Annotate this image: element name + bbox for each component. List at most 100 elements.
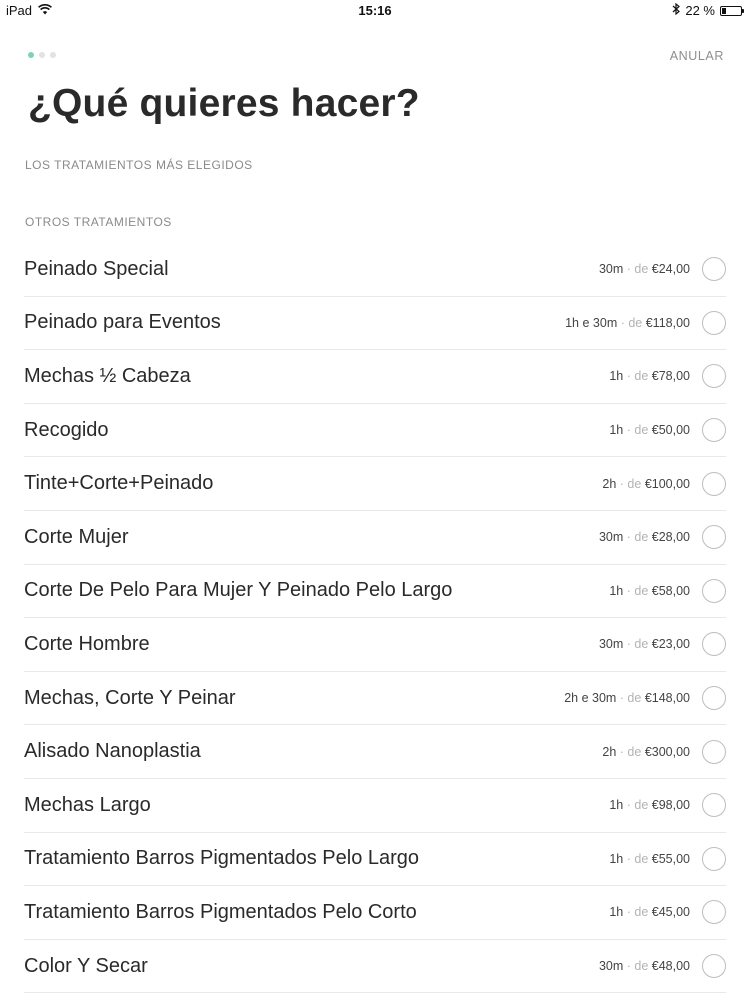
treatment-meta: 1h e 30m · de €118,00 xyxy=(565,316,690,330)
select-radio[interactable] xyxy=(702,525,726,550)
treatment-meta: 30m · de €24,00 xyxy=(599,262,690,276)
meta-separator: · de xyxy=(623,637,652,652)
status-right: 22 % xyxy=(672,2,744,18)
meta-separator: · de xyxy=(623,959,652,974)
treatment-row[interactable]: Mechas Largo 1h · de €98,00 xyxy=(24,779,726,833)
page-dot xyxy=(50,52,56,58)
page-title: ¿Qué quieres hacer? xyxy=(28,82,420,125)
treatment-price: €45,00 xyxy=(651,905,690,920)
treatment-row[interactable]: Mechas, Corte Y Peinar 2h e 30m · de €148… xyxy=(24,672,726,726)
treatment-duration: 1h xyxy=(609,369,624,384)
treatment-meta: 1h · de €98,00 xyxy=(609,798,690,812)
select-radio[interactable] xyxy=(702,418,726,443)
treatment-row[interactable]: Peinado para Eventos 1h e 30m · de €118,0… xyxy=(24,297,726,351)
treatment-name: Peinado para Eventos xyxy=(24,311,221,334)
treatment-name: Color Y Secar xyxy=(24,954,148,977)
treatment-row[interactable]: Tratamiento Barros Pigmentados Pelo Larg… xyxy=(24,833,726,887)
treatment-duration: 2h xyxy=(602,744,617,759)
treatment-meta: 1h · de €78,00 xyxy=(609,369,690,383)
treatment-price: €148,00 xyxy=(644,691,690,706)
meta-separator: · de xyxy=(623,851,652,866)
page-dot xyxy=(39,52,45,58)
treatment-row[interactable]: Corte Mujer 30m · de €28,00 xyxy=(24,511,726,565)
select-radio[interactable] xyxy=(702,310,726,335)
treatment-price: €50,00 xyxy=(651,423,690,438)
select-radio[interactable] xyxy=(702,846,726,871)
select-radio[interactable] xyxy=(702,954,726,979)
select-radio[interactable] xyxy=(702,900,726,925)
treatment-row[interactable]: Mechas ½ Cabeza 1h · de €78,00 xyxy=(24,350,726,404)
treatment-meta: 1h · de €45,00 xyxy=(609,905,690,919)
treatment-duration: 2h xyxy=(602,476,617,491)
treatment-name: Recogido xyxy=(24,418,109,441)
treatment-meta: 30m · de €23,00 xyxy=(599,637,690,651)
treatment-row[interactable]: Tratamiento Barros Pigmentados Pelo Cort… xyxy=(24,886,726,940)
treatment-meta: 30m · de €28,00 xyxy=(599,530,690,544)
clock: 15:16 xyxy=(358,3,392,18)
treatment-meta: 1h · de €50,00 xyxy=(609,423,690,437)
treatment-duration: 1h xyxy=(609,905,624,920)
treatment-meta: 1h · de €58,00 xyxy=(609,584,690,598)
treatment-row[interactable]: Color Y Secar 30m · de €48,00 xyxy=(24,940,726,994)
treatment-name: Tratamiento Barros Pigmentados Pelo Cort… xyxy=(24,900,417,923)
treatment-duration: 30m xyxy=(598,959,624,974)
treatment-duration: 1h xyxy=(609,583,624,598)
treatment-row[interactable]: Recogido 1h · de €50,00 xyxy=(24,404,726,458)
treatment-meta: 2h · de €300,00 xyxy=(602,745,690,759)
treatment-row[interactable]: Tinte+Corte+Peinado 2h · de €100,00 xyxy=(24,457,726,511)
treatment-name: Corte Hombre xyxy=(24,632,150,655)
page-indicator xyxy=(28,52,56,58)
treatment-price: €98,00 xyxy=(651,798,690,813)
meta-separator: · de xyxy=(623,798,652,813)
treatment-list: Peinado Special 30m · de €24,00 Peinado pa… xyxy=(24,243,726,994)
select-radio[interactable] xyxy=(702,257,726,282)
treatment-price: €48,00 xyxy=(651,959,690,974)
treatment-meta: 1h · de €55,00 xyxy=(609,852,690,866)
page-dot-active xyxy=(28,52,34,58)
status-bar: iPad 15:16 22 % xyxy=(0,0,750,22)
meta-separator: · de xyxy=(623,905,652,920)
treatment-duration: 2h e 30m xyxy=(564,691,617,706)
battery-percent: 22 % xyxy=(685,3,715,18)
treatment-duration: 1h e 30m xyxy=(565,315,618,330)
treatment-name: Tinte+Corte+Peinado xyxy=(24,472,214,495)
treatment-price: €118,00 xyxy=(645,315,690,330)
treatment-duration: 30m xyxy=(598,637,624,652)
select-radio[interactable] xyxy=(702,632,726,657)
select-radio[interactable] xyxy=(702,364,726,389)
treatment-price: €300,00 xyxy=(644,744,690,759)
treatment-name: Corte De Pelo Para Mujer Y Peinado Pelo … xyxy=(24,579,453,602)
treatment-name: Alisado Nanoplastia xyxy=(24,740,201,763)
treatment-row[interactable]: Alisado Nanoplastia 2h · de €300,00 xyxy=(24,725,726,779)
treatment-name: Mechas Largo xyxy=(24,793,151,816)
treatment-name: Peinado Special xyxy=(24,257,169,280)
meta-separator: · de xyxy=(623,423,652,438)
treatment-meta: 30m · de €48,00 xyxy=(599,959,690,973)
treatment-row[interactable]: Corte Hombre 30m · de €23,00 xyxy=(24,618,726,672)
select-radio[interactable] xyxy=(702,793,726,818)
treatment-row[interactable]: Peinado Special 30m · de €24,00 xyxy=(24,243,726,297)
cancel-button[interactable]: ANULAR xyxy=(670,49,724,63)
section-label-popular: LOS TRATAMIENTOS MÁS ELEGIDOS xyxy=(25,158,253,172)
battery-icon xyxy=(720,5,744,16)
treatment-duration: 30m xyxy=(598,530,624,545)
treatment-duration: 1h xyxy=(609,423,624,438)
treatment-duration: 30m xyxy=(598,262,624,277)
treatment-row[interactable]: Corte De Pelo Para Mujer Y Peinado Pelo … xyxy=(24,565,726,619)
treatment-price: €55,00 xyxy=(651,851,690,866)
meta-separator: · de xyxy=(623,369,652,384)
select-radio[interactable] xyxy=(702,578,726,603)
meta-separator: · de xyxy=(617,315,646,330)
treatment-price: €28,00 xyxy=(651,530,690,545)
select-radio[interactable] xyxy=(702,686,726,711)
meta-separator: · de xyxy=(616,476,645,491)
treatment-price: €100,00 xyxy=(644,476,690,491)
treatment-duration: 1h xyxy=(609,798,624,813)
treatment-meta: 2h e 30m · de €148,00 xyxy=(564,691,690,705)
select-radio[interactable] xyxy=(702,471,726,496)
section-label-others: OTROS TRATAMIENTOS xyxy=(25,215,172,229)
select-radio[interactable] xyxy=(702,739,726,764)
treatment-name: Tratamiento Barros Pigmentados Pelo Larg… xyxy=(24,847,420,870)
treatment-name: Mechas, Corte Y Peinar xyxy=(24,686,236,709)
battery-level xyxy=(722,7,726,14)
